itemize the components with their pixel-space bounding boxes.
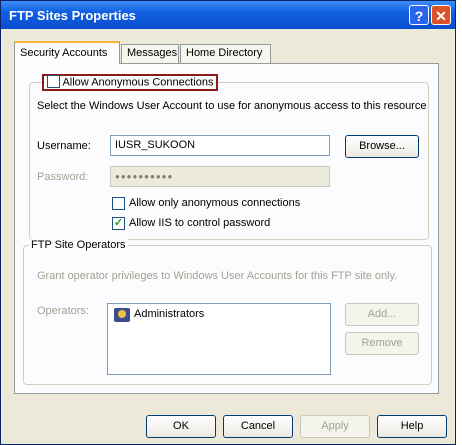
user-group-icon <box>114 308 130 322</box>
operators-legend: FTP Site Operators <box>29 239 128 251</box>
operators-listbox[interactable]: Administrators <box>107 303 331 375</box>
security-accounts-panel: Allow Anonymous Connections Select the W… <box>14 63 439 394</box>
iis-control-password-checkbox[interactable]: ✓ <box>112 217 125 230</box>
operators-label: Operators: <box>37 305 89 317</box>
only-anonymous-checkbox[interactable] <box>112 197 125 210</box>
iis-control-password-label: Allow IIS to control password <box>129 217 271 229</box>
tab-home-directory[interactable]: Home Directory <box>180 44 271 63</box>
help-icon[interactable]: ? <box>409 5 429 25</box>
tab-messages[interactable]: Messages <box>121 44 179 63</box>
close-icon[interactable]: ✕ <box>431 5 451 25</box>
ftp-sites-properties-dialog: FTP Sites Properties ? ✕ Security Accoun… <box>0 0 456 445</box>
password-input[interactable]: ●●●●●●●●●● <box>110 166 330 187</box>
title-bar[interactable]: FTP Sites Properties ? ✕ <box>1 1 455 29</box>
operators-description: Grant operator privileges to Windows Use… <box>37 270 398 282</box>
add-operator-button[interactable]: Add... <box>345 303 419 326</box>
ok-button[interactable]: OK <box>146 415 216 438</box>
help-button[interactable]: Help <box>377 415 447 438</box>
only-anonymous-label: Allow only anonymous connections <box>129 197 301 209</box>
username-input[interactable]: IUSR_SUKOON <box>110 135 330 156</box>
anonymous-instruction: Select the Windows User Account to use f… <box>37 100 427 112</box>
allow-anonymous-label: Allow Anonymous Connections <box>62 76 214 89</box>
apply-button[interactable]: Apply <box>300 415 370 438</box>
operator-list-item[interactable]: Administrators <box>134 308 204 320</box>
password-label: Password: <box>37 171 89 183</box>
window-title: FTP Sites Properties <box>9 8 136 23</box>
allow-anonymous-checkbox[interactable] <box>47 75 60 88</box>
tab-security-accounts[interactable]: Security Accounts <box>14 41 120 64</box>
username-label: Username: <box>37 140 91 152</box>
cancel-button[interactable]: Cancel <box>223 415 293 438</box>
anonymous-legend: Allow Anonymous Connections <box>45 75 216 89</box>
remove-operator-button[interactable]: Remove <box>345 332 419 355</box>
browse-button[interactable]: Browse... <box>345 135 419 158</box>
